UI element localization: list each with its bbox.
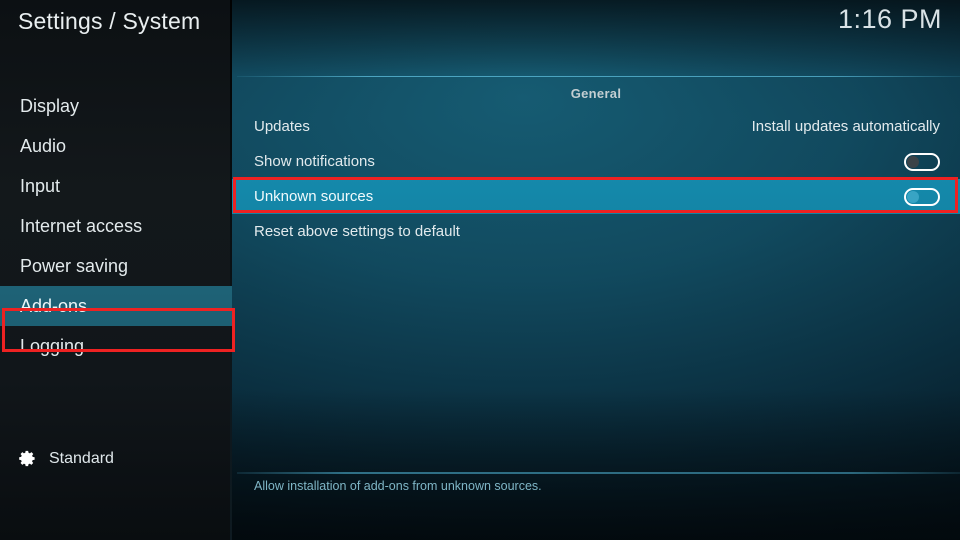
sidebar-item-internet-access[interactable]: Internet access	[0, 206, 232, 246]
sidebar-item-display[interactable]: Display	[0, 86, 232, 126]
sidebar-item-label: Logging	[20, 335, 85, 356]
kodi-settings-screen: Settings / System 1:16 PM Display Audio …	[0, 0, 960, 540]
row-value-updates: Install updates automatically	[751, 118, 940, 135]
row-label: Show notifications	[254, 153, 375, 170]
sidebar-item-label: Audio	[20, 135, 67, 156]
gear-icon	[18, 449, 37, 468]
settings-group-title: General	[570, 86, 622, 101]
settings-content-panel: General Updates Install updates automati…	[232, 0, 960, 540]
row-show-notifications[interactable]: Show notifications	[232, 144, 960, 179]
row-label: Updates	[254, 118, 310, 135]
settings-rows: Updates Install updates automatically Sh…	[232, 109, 960, 249]
row-updates[interactable]: Updates Install updates automatically	[232, 109, 960, 144]
toggle-show-notifications[interactable]	[904, 152, 940, 171]
content-top-divider	[237, 76, 960, 77]
sidebar-item-label: Add-ons	[20, 295, 88, 316]
row-unknown-sources[interactable]: Unknown sources	[232, 179, 960, 214]
sidebar-item-logging[interactable]: Logging	[0, 326, 232, 366]
settings-level-selector[interactable]: Standard	[18, 449, 114, 468]
sidebar-item-add-ons[interactable]: Add-ons	[0, 286, 232, 326]
sidebar-item-label: Display	[20, 95, 80, 116]
sidebar-item-input[interactable]: Input	[0, 166, 232, 206]
row-reset-settings[interactable]: Reset above settings to default	[232, 214, 960, 249]
toggle-unknown-sources[interactable]	[904, 187, 940, 206]
toggle-knob	[907, 190, 919, 203]
settings-level-label: Standard	[49, 449, 114, 467]
row-label: Reset above settings to default	[254, 223, 460, 240]
sidebar-item-label: Input	[20, 175, 61, 196]
sidebar-item-audio[interactable]: Audio	[0, 126, 232, 166]
toggle-knob	[907, 155, 919, 168]
row-label: Unknown sources	[254, 188, 374, 205]
sidebar-item-label: Power saving	[20, 255, 129, 276]
sidebar-item-power-saving[interactable]: Power saving	[0, 246, 232, 286]
sidebar-menu: Display Audio Input Internet access Powe…	[0, 86, 232, 366]
sidebar-item-label: Internet access	[20, 215, 143, 236]
page-title: Settings / System	[18, 8, 201, 34]
help-text: Allow installation of add-ons from unkno…	[254, 479, 542, 493]
content-bottom-divider	[237, 472, 960, 474]
